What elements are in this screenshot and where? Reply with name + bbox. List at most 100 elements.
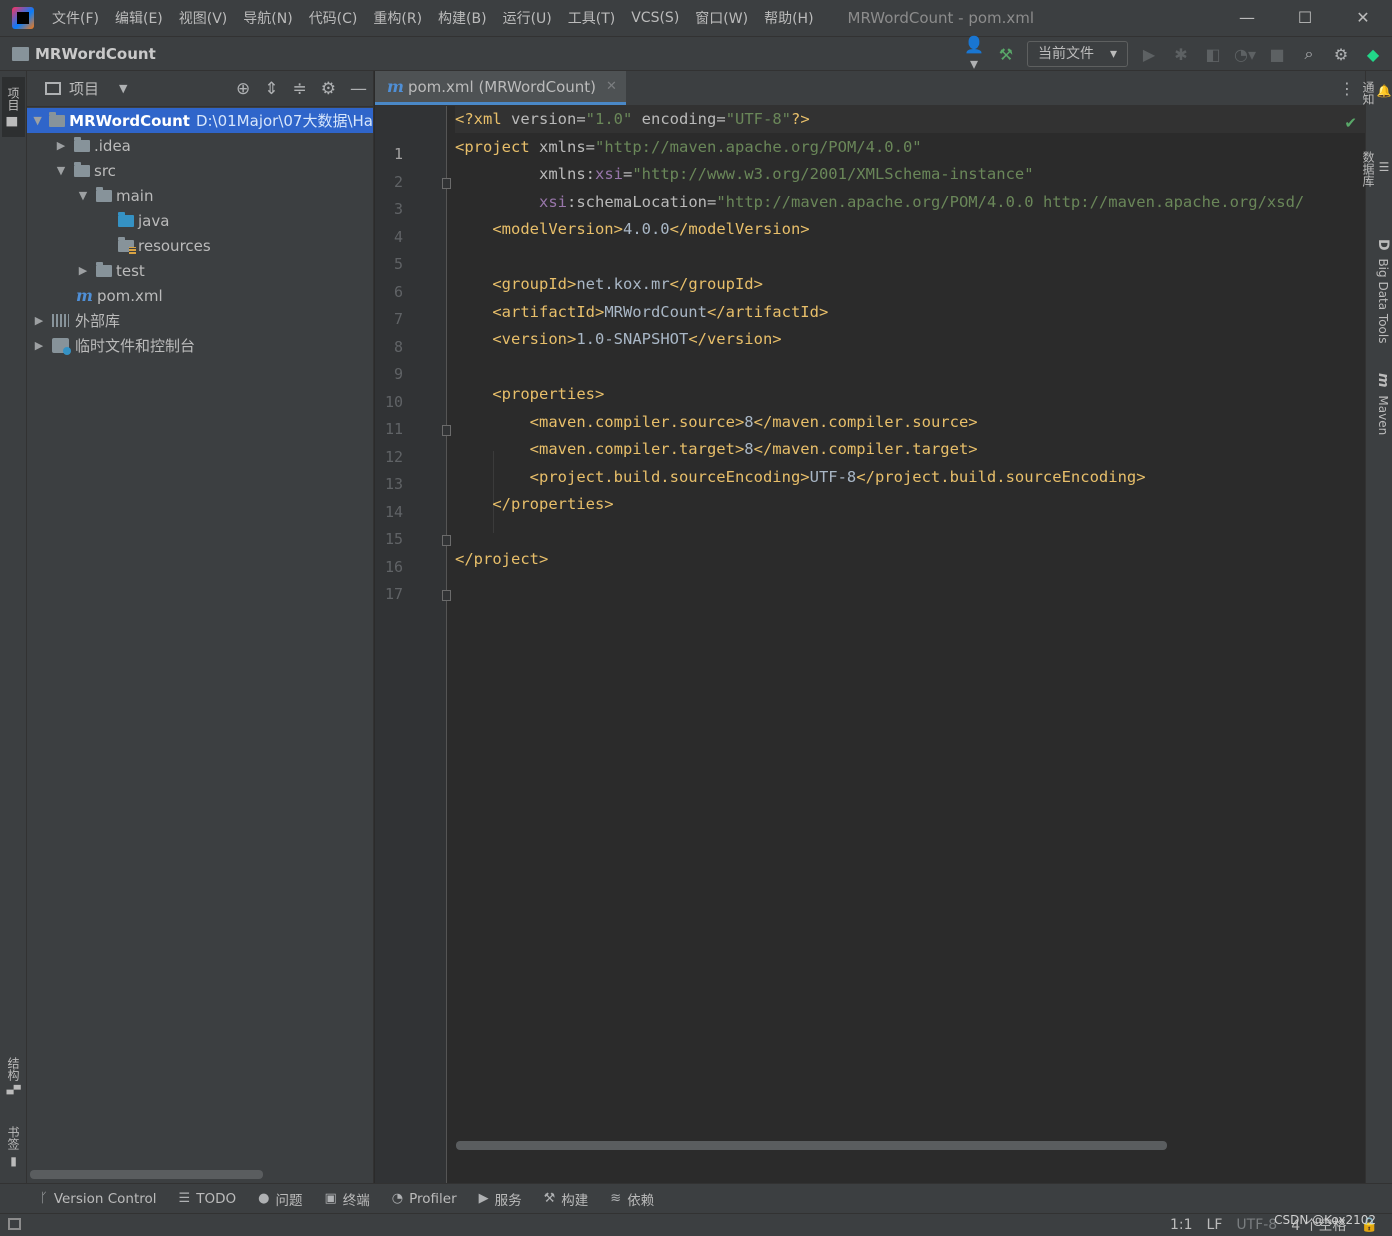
menu-tools[interactable]: 工具(T): [560, 8, 623, 28]
tool-build[interactable]: ⚒ 构建: [544, 1189, 589, 1209]
tree-node-scratches[interactable]: ▶ 临时文件和控制台: [27, 333, 373, 358]
tool-version-control-label: Version Control: [53, 1190, 157, 1207]
tab-pom-xml[interactable]: m pom.xml (MRWordCount) ✕: [375, 71, 626, 105]
hide-panel-icon[interactable]: —: [350, 79, 367, 99]
gear-icon[interactable]: ⚙: [321, 79, 336, 99]
menu-help[interactable]: 帮助(H): [756, 8, 821, 28]
close-icon[interactable]: ✕: [606, 79, 617, 94]
folder-icon: [74, 161, 90, 177]
tree-node-external-libs[interactable]: ▶ 外部库: [27, 308, 373, 333]
chevron-down-icon[interactable]: ▼: [54, 164, 68, 177]
line-number: 9: [393, 365, 403, 383]
folder-icon: [74, 136, 90, 152]
tool-version-control[interactable]: ᚴ Version Control: [40, 1191, 157, 1207]
library-icon: [52, 314, 69, 327]
tool-services[interactable]: ▶ 服务: [479, 1189, 522, 1209]
chevron-down-icon[interactable]: ▼: [76, 189, 90, 202]
project-folder-icon: [12, 46, 29, 61]
chevron-down-icon[interactable]: ▼: [32, 114, 43, 127]
minimize-button[interactable]: —: [1218, 0, 1276, 36]
menu-code[interactable]: 代码(C): [301, 8, 366, 28]
intellij-logo-icon: [12, 7, 34, 29]
build-hammer-icon[interactable]: ⚒: [995, 45, 1017, 64]
project-panel-title[interactable]: 项目: [69, 78, 99, 99]
tree-node-main[interactable]: ▼ main: [27, 183, 373, 208]
run-icon[interactable]: ▶: [1138, 45, 1160, 64]
locate-file-icon[interactable]: ⊕: [236, 79, 250, 99]
tree-node-java[interactable]: java: [27, 208, 373, 233]
tree-node-test[interactable]: ▶ test: [27, 258, 373, 283]
line-separator[interactable]: LF: [1207, 1217, 1223, 1233]
fold-marker-icon[interactable]: [442, 535, 451, 546]
stripe-notifications-button[interactable]: 🔔 通知: [1361, 81, 1391, 105]
tree-node-root[interactable]: ▼ MRWordCount D:\01Major\07大数据\Ha: [27, 108, 373, 133]
search-icon[interactable]: ⌕: [1298, 44, 1320, 64]
caret-position[interactable]: 1:1: [1170, 1217, 1193, 1233]
stripe-database-button[interactable]: ☰ 数据库: [1361, 151, 1391, 187]
project-horizontal-scrollbar[interactable]: [30, 1170, 263, 1179]
line-number: 7: [393, 310, 403, 328]
navigation-toolbar: MRWordCount 👤▾ ⚒ 当前文件 ▾ ▶ ✱ ◧ ◔▾ ■ ⌕ ⚙ ◆: [0, 35, 1392, 73]
stripe-bookmarks-button[interactable]: 书签 ▮: [2, 1119, 25, 1174]
menu-vcs[interactable]: VCS(S): [623, 10, 687, 26]
chevron-right-icon[interactable]: ▶: [76, 264, 90, 277]
tool-terminal[interactable]: ▣ 终端: [324, 1189, 369, 1209]
tool-problems[interactable]: ● 问题: [258, 1189, 302, 1209]
editor-horizontal-scrollbar[interactable]: [456, 1141, 1167, 1150]
close-button[interactable]: ✕: [1334, 0, 1392, 36]
menu-run[interactable]: 运行(U): [495, 8, 560, 28]
module-folder-icon: [49, 111, 66, 127]
project-panel-header: 项目 ▼ ⊕ ⇕ ≑ ⚙ —: [27, 71, 373, 107]
menu-build[interactable]: 构建(B): [430, 8, 495, 28]
bell-icon: 🔔: [1377, 83, 1391, 99]
gear-icon[interactable]: ⚙: [1330, 45, 1352, 64]
tool-dependencies[interactable]: ≋ 依赖: [610, 1189, 654, 1209]
code-line-2: <project xmlns="http://maven.apache.org/…: [455, 138, 922, 156]
menu-window[interactable]: 窗口(W): [687, 8, 756, 28]
tool-profiler[interactable]: ◔ Profiler: [392, 1191, 457, 1207]
stop-icon[interactable]: ■: [1266, 45, 1288, 64]
big-data-tools-icon: D: [1375, 239, 1391, 251]
stripe-structure-button[interactable]: 结构 ▚: [2, 1046, 25, 1106]
maximize-button[interactable]: ☐: [1276, 0, 1334, 36]
tree-node-pom[interactable]: m pom.xml: [27, 283, 373, 308]
breadcrumb-project[interactable]: MRWordCount: [35, 45, 156, 63]
debug-icon[interactable]: ✱: [1170, 45, 1192, 64]
menu-edit[interactable]: 编辑(E): [107, 8, 171, 28]
chevron-right-icon[interactable]: ▶: [32, 314, 46, 327]
chevron-right-icon[interactable]: ▶: [32, 339, 46, 352]
line-number: 5: [393, 255, 403, 273]
chevron-down-icon[interactable]: ▼: [119, 82, 127, 95]
folder-icon: [96, 186, 112, 202]
file-encoding[interactable]: UTF-8: [1236, 1217, 1277, 1233]
menu-navigate[interactable]: 导航(N): [235, 8, 300, 28]
menu-file[interactable]: 文件(F): [44, 8, 107, 28]
tool-profiler-label: Profiler: [409, 1190, 457, 1207]
tree-node-idea[interactable]: ▶ .idea: [27, 133, 373, 158]
stripe-maven-button[interactable]: m Maven: [1368, 373, 1391, 435]
profile-icon[interactable]: ◔▾: [1234, 45, 1256, 64]
toggle-tool-windows-icon[interactable]: [8, 1218, 21, 1230]
code-editor[interactable]: <?xml version="1.0" encoding="UTF-8"?> <…: [455, 106, 1365, 1183]
tool-services-label: 服务: [494, 1192, 522, 1209]
stripe-big-data-tools-button[interactable]: D Big Data Tools: [1368, 239, 1391, 343]
fold-marker-icon[interactable]: [442, 178, 451, 189]
chevron-right-icon[interactable]: ▶: [54, 139, 68, 152]
menu-view[interactable]: 视图(V): [171, 8, 236, 28]
run-config-select[interactable]: 当前文件 ▾: [1026, 41, 1128, 67]
code-line-3: xmlns:xsi="http://www.w3.org/2001/XMLSch…: [455, 165, 1034, 183]
fold-marker-icon[interactable]: [442, 590, 451, 601]
tree-node-src[interactable]: ▼ src: [27, 158, 373, 183]
expand-all-icon[interactable]: ⇕: [264, 79, 278, 99]
user-icon[interactable]: 👤▾: [963, 35, 985, 73]
coverage-icon[interactable]: ◧: [1202, 45, 1224, 64]
more-vertical-icon[interactable]: ⋮: [1339, 79, 1355, 98]
stripe-project-button[interactable]: 项目 ▆: [2, 77, 25, 137]
jetbrains-toolbox-icon[interactable]: ◆: [1362, 45, 1384, 64]
tool-todo[interactable]: ☰ TODO: [179, 1191, 237, 1207]
fold-marker-icon[interactable]: [442, 425, 451, 436]
menu-refactor[interactable]: 重构(R): [365, 8, 430, 28]
tree-node-resources[interactable]: resources: [27, 233, 373, 258]
inspection-ok-icon[interactable]: ✔: [1344, 114, 1357, 132]
collapse-all-icon[interactable]: ≑: [293, 79, 307, 99]
